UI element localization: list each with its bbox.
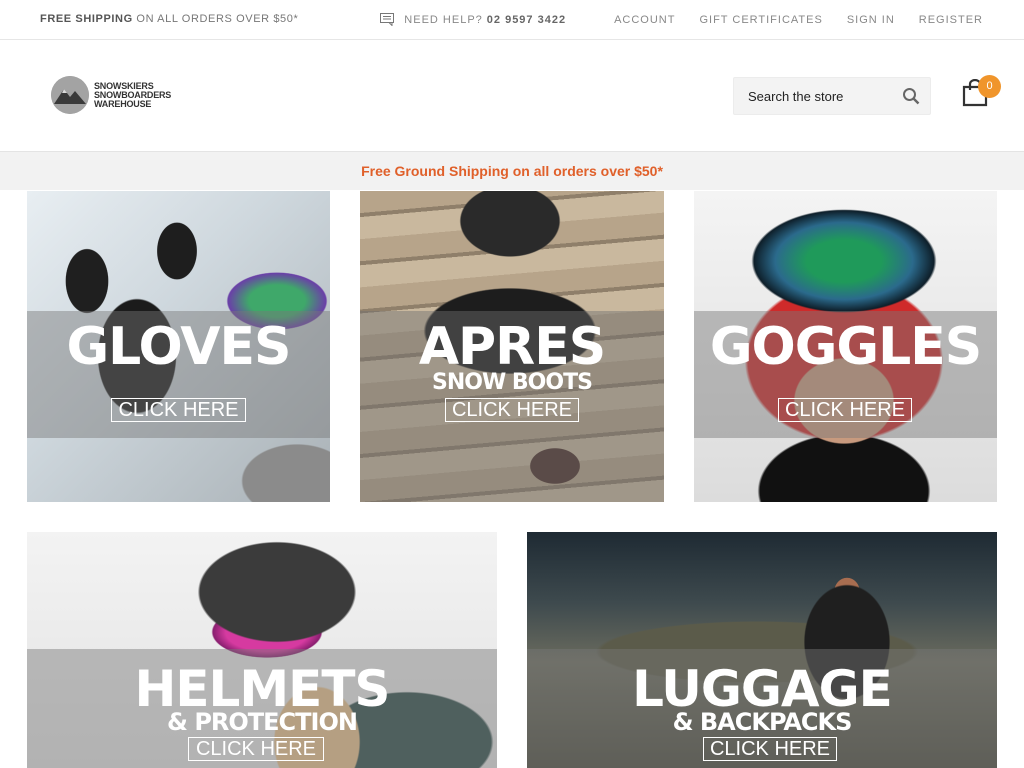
gift-certificates-link[interactable]: GIFT CERTIFICATES — [699, 14, 822, 26]
category-tile-gloves[interactable]: GLOVES CLICK HERE — [27, 191, 330, 502]
search-icon[interactable] — [902, 87, 920, 110]
help-label: NEED HELP? — [404, 13, 483, 26]
category-tile-goggles[interactable]: GOGGLES CLICK HERE — [694, 191, 997, 502]
promo-text: ON ALL ORDERS OVER $50* — [132, 13, 299, 25]
free-shipping-promo: FREE SHIPPING ON ALL ORDERS OVER $50* — [40, 13, 298, 25]
tile-title: GLOVES — [66, 317, 292, 377]
help-phone[interactable]: 02 9597 3422 — [487, 14, 566, 26]
register-link[interactable]: REGISTER — [919, 14, 983, 26]
mountain-logo-icon — [51, 76, 89, 114]
tile-title: GOGGLES — [709, 317, 982, 377]
tile-subtitle: & PROTECTION — [167, 708, 358, 736]
category-tile-apres-snow-boots[interactable]: APRES SNOW BOOTS CLICK HERE — [360, 191, 664, 502]
search-input[interactable] — [734, 78, 894, 114]
search-box — [733, 77, 931, 115]
top-utility-bar: FREE SHIPPING ON ALL ORDERS OVER $50* NE… — [0, 0, 1024, 40]
store-logo[interactable]: SNOWSKIERS SNOWBOARDERS WAREHOUSE — [51, 76, 171, 114]
site-header: SNOWSKIERS SNOWBOARDERS WAREHOUSE 0 — [0, 40, 1024, 151]
click-here-button[interactable]: CLICK HERE — [778, 398, 912, 422]
category-tile-helmets-protection[interactable]: HELMETS & PROTECTION CLICK HERE — [27, 532, 497, 768]
tile-subtitle: & BACKPACKS — [672, 708, 853, 736]
category-tile-luggage-backpacks[interactable]: LUGGAGE & BACKPACKS CLICK HERE — [527, 532, 997, 768]
click-here-button[interactable]: CLICK HERE — [188, 737, 324, 761]
shipping-banner: Free Ground Shipping on all orders over … — [0, 151, 1024, 190]
promo-bold-text: FREE SHIPPING — [40, 13, 133, 25]
tile-subtitle: SNOW BOOTS — [432, 370, 593, 395]
sign-in-link[interactable]: SIGN IN — [847, 14, 895, 26]
click-here-button[interactable]: CLICK HERE — [703, 737, 837, 761]
cart-count-badge: 0 — [978, 75, 1001, 98]
logo-line-3: WAREHOUSE — [94, 98, 152, 109]
account-link[interactable]: ACCOUNT — [614, 14, 675, 26]
click-here-button[interactable]: CLICK HERE — [111, 398, 246, 422]
chat-icon — [380, 13, 395, 26]
cart-button[interactable]: 0 — [962, 75, 1001, 109]
tile-title: APRES — [418, 317, 606, 377]
top-links: NEED HELP? 02 9597 3422 ACCOUNT GIFT CER… — [380, 13, 983, 26]
help-contact[interactable]: NEED HELP? 02 9597 3422 — [380, 13, 566, 26]
logo-text: SNOWSKIERS SNOWBOARDERS WAREHOUSE — [94, 81, 171, 109]
click-here-button[interactable]: CLICK HERE — [445, 398, 579, 422]
